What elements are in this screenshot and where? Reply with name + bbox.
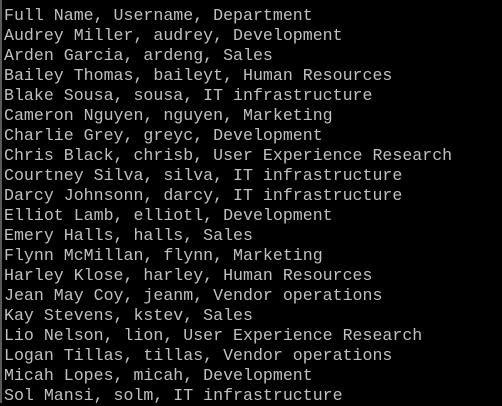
csv-row: Emery Halls, halls, Sales [4, 226, 253, 245]
csv-row: Audrey Miller, audrey, Development [4, 26, 343, 45]
terminal-output[interactable]: Full Name, Username, Department Audrey Mi… [4, 0, 452, 406]
csv-row: Cameron Nguyen, nguyen, Marketing [4, 106, 333, 125]
window-border [0, 0, 2, 403]
csv-row: Arden Garcia, ardeng, Sales [4, 46, 273, 65]
csv-row: Harley Klose, harley, Human Resources [4, 266, 373, 285]
csv-row: Micah Lopes, micah, Development [4, 366, 313, 385]
csv-row: Lio Nelson, lion, User Experience Resear… [4, 326, 423, 345]
csv-row: Sol Mansi, solm, IT infrastructure [4, 386, 343, 405]
csv-row: Blake Sousa, sousa, IT infrastructure [4, 86, 373, 105]
csv-row: Darcy Johnsonn, darcy, IT infrastructure [4, 186, 403, 205]
csv-row: Chris Black, chrisb, User Experience Res… [4, 146, 453, 165]
csv-row: Elliot Lamb, elliotl, Development [4, 206, 333, 225]
csv-header-line: Full Name, Username, Department [4, 6, 313, 25]
csv-row: Kay Stevens, kstev, Sales [4, 306, 253, 325]
csv-row: Bailey Thomas, baileyt, Human Resources [4, 66, 393, 85]
csv-row: Logan Tillas, tillas, Vendor operations [4, 346, 393, 365]
csv-row: Jean May Coy, jeanm, Vendor operations [4, 286, 383, 305]
csv-row: Charlie Grey, greyc, Development [4, 126, 323, 145]
csv-row: Flynn McMillan, flynn, Marketing [4, 246, 323, 265]
csv-row: Courtney Silva, silva, IT infrastructure [4, 166, 403, 185]
